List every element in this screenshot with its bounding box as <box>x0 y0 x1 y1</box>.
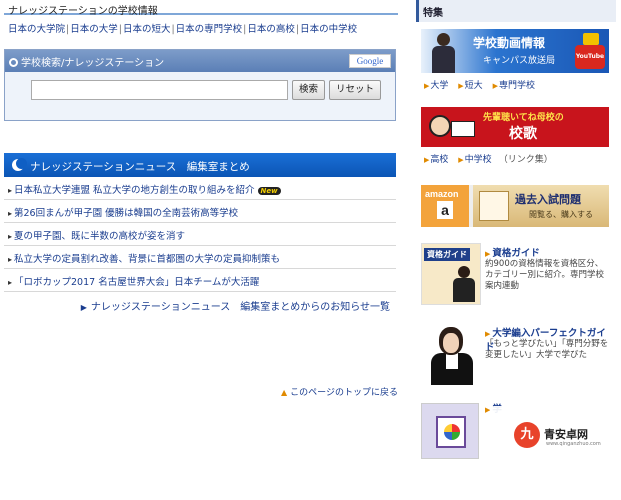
song-category-links: ▶高校 ▶中学校 （リンク集） <box>416 147 616 167</box>
card-description: 「もっと学びたい」「専門分野を変更したい」大学で学びた <box>485 339 609 360</box>
woman-portrait-icon <box>427 323 477 385</box>
card-title-row: ▶ 資格ガイド <box>485 245 540 259</box>
news-title: ナレッジステーションニュース 編集室まとめ <box>30 161 250 173</box>
banner-subtitle: キャンパス放送局 <box>483 56 556 66</box>
student-figure-icon <box>429 33 457 73</box>
search-title: 学校検索/ナレッジステーション <box>21 58 165 69</box>
triangle-right-icon: ▶ <box>424 82 430 90</box>
page-top-link[interactable]: このページのトップに戻る <box>290 388 398 398</box>
reset-button[interactable]: リセット <box>329 80 382 100</box>
bullet-icon: ▸ <box>8 255 13 264</box>
link-song-junior-high[interactable]: 中学校 <box>465 155 492 165</box>
singer-face-icon <box>429 115 451 137</box>
new-badge: New <box>257 187 281 195</box>
link-video-university[interactable]: 大学 <box>430 81 448 91</box>
link-junior-high-schools[interactable]: 日本の中学校 <box>300 24 357 35</box>
triangle-right-icon: ▶ <box>424 156 430 164</box>
document-icon <box>479 191 509 221</box>
link-graduate-schools[interactable]: 日本の大学院 <box>8 24 65 35</box>
banner-title: 学校動画情報 <box>473 36 546 50</box>
banner-title: 過去入試問題 <box>515 193 581 206</box>
triangle-up-icon: ▲ <box>281 388 288 397</box>
watermark-text: 青安卓网 <box>544 428 588 441</box>
amazon-logo: amazon a <box>421 185 469 227</box>
triangle-right-icon: ▶ <box>485 330 491 338</box>
banner-line1: 先輩聴いてね母校の <box>483 113 564 123</box>
video-category-links: ▶大学 ▶短大 ▶専門学校 <box>416 73 616 93</box>
watermark-url: www.qinganzhuo.com <box>546 441 601 447</box>
link-collection-note: （リンク集） <box>498 155 553 165</box>
left-column: ナレッジステーションの学校情報 日本の大学院|日本の大学|日本の短大|日本の専門… <box>4 0 398 398</box>
bullet-icon: ▸ <box>8 232 13 241</box>
school-info-heading: ナレッジステーションの学校情報 <box>4 0 398 17</box>
school-links-bar: 日本の大学院|日本の大学|日本の短大|日本の専門学校|日本の高校|日本の中学校 <box>8 24 358 35</box>
card-title-link[interactable]: 資格ガイド <box>492 248 540 259</box>
watermark-logo-icon: 九 <box>514 422 540 448</box>
search-button[interactable]: 検索 <box>292 80 326 100</box>
news-link[interactable]: 夏の甲子園、既に半数の高校が姿を消す <box>14 231 185 242</box>
news-item: ▸ 第26回まんが甲子園 優勝は韓国の全南芸術高等学校 <box>4 200 396 223</box>
school-song-banner[interactable]: 先輩聴いてね母校の 校歌 <box>421 107 609 147</box>
feature-image <box>421 403 479 459</box>
link-junior-colleges[interactable]: 日本の短大 <box>123 24 171 35</box>
right-column: 特集 学校動画情報 キャンパス放送局 YouTube ▶大学 ▶短大 ▶専門学校… <box>416 0 616 459</box>
transfer-guide-card[interactable]: ▶ 大学編入パーフェクトガイド 「もっと学びたい」「専門分野を変更したい」大学で学… <box>421 323 609 385</box>
news-link[interactable]: 第26回まんが甲子園 優勝は韓国の全南芸術高等学校 <box>14 208 238 219</box>
banner-line2: 校歌 <box>509 126 537 142</box>
link-high-schools[interactable]: 日本の高校 <box>247 24 295 35</box>
news-item: ▸ 私立大学の定員割れ改善、背景に首都圏の大学の定員抑制策も <box>4 246 396 269</box>
search-icon <box>9 58 18 67</box>
page-top-row: ▲ このページのトップに戻る <box>4 385 398 398</box>
news-link[interactable]: 日本私立大学連盟 私立大学の地方創生の取り組みを紹介 <box>14 185 255 196</box>
qualification-guide-image: 資格ガイド <box>421 243 481 305</box>
link-video-junior-college[interactable]: 短大 <box>465 81 483 91</box>
bullet-icon: ▸ <box>8 209 13 218</box>
link-video-vocational[interactable]: 専門学校 <box>499 81 535 91</box>
triangle-right-icon: ▶ <box>80 303 87 312</box>
image-label: 資格ガイド <box>424 248 470 261</box>
video-info-banner[interactable]: 学校動画情報 キャンパス放送局 YouTube <box>421 29 609 73</box>
youtube-icon: YouTube <box>575 45 605 69</box>
news-item: ▸ 夏の甲子園、既に半数の高校が姿を消す <box>4 223 396 246</box>
news-header: ナレッジステーションニュース 編集室まとめ <box>4 153 396 177</box>
news-more-link[interactable]: ナレッジステーションニュース 編集室まとめからのお知らせ一覧 <box>91 302 390 313</box>
amazon-a-icon: a <box>437 201 453 219</box>
triangle-right-icon: ▶ <box>492 82 498 90</box>
bullet-icon: ▸ <box>8 186 13 195</box>
link-vocational-schools[interactable]: 日本の専門学校 <box>176 24 243 35</box>
businessman-icon <box>452 266 476 302</box>
news-section: ナレッジステーションニュース 編集室まとめ ▸ 日本私立大学連盟 私立大学の地方創… <box>4 153 396 318</box>
tv-icon <box>583 33 599 45</box>
news-more-row: ▶ ナレッジステーションニュース 編集室まとめからのお知らせ一覧 <box>4 292 396 318</box>
school-search-box: 学校検索/ナレッジステーション Google 検索 リセット <box>4 49 396 121</box>
search-header: 学校検索/ナレッジステーション Google <box>5 50 395 72</box>
qualification-guide-card[interactable]: 資格ガイド ▶ 資格ガイド 約900の資格情報を資格区分、カテゴリー別に紹介。専門… <box>421 243 609 305</box>
moon-logo-icon <box>12 158 27 171</box>
triangle-right-icon: ▶ <box>458 156 464 164</box>
news-link[interactable]: 私立大学の定員割れ改善、背景に首都圏の大学の定員抑制策も <box>14 254 280 265</box>
amazon-wordmark: amazon <box>425 189 459 199</box>
chart-icon <box>436 416 466 448</box>
news-item: ▸ 「ロボカップ2017 名古屋世界大会」日本チームが大活躍 <box>4 269 396 292</box>
news-item: ▸ 日本私立大学連盟 私立大学の地方創生の取り組みを紹介 New <box>4 177 396 200</box>
google-logo: Google <box>349 54 391 68</box>
songbook-icon <box>451 121 475 137</box>
past-exam-panel: 過去入試問題 閲覧る、購入する <box>473 185 609 227</box>
link-universities[interactable]: 日本の大学 <box>70 24 118 35</box>
card-description: 約900の資格情報を資格区分、カテゴリー別に紹介。専門学校案内連動 <box>485 259 605 291</box>
site-watermark: 九 青安卓网 www.qinganzhuo.com <box>490 406 618 462</box>
bullet-icon: ▸ <box>8 278 13 287</box>
feature-heading: 特集 <box>416 0 616 22</box>
search-row: 検索 リセット <box>5 72 395 100</box>
past-exam-banner[interactable]: amazon a 過去入試問題 閲覧る、購入する <box>421 185 609 227</box>
link-song-high-school[interactable]: 高校 <box>430 155 448 165</box>
triangle-right-icon: ▶ <box>485 250 491 258</box>
search-input[interactable] <box>31 80 288 100</box>
triangle-right-icon: ▶ <box>458 82 464 90</box>
news-link[interactable]: 「ロボカップ2017 名古屋世界大会」日本チームが大活躍 <box>14 277 259 288</box>
news-list: ▸ 日本私立大学連盟 私立大学の地方創生の取り組みを紹介 New ▸ 第26回まんが甲… <box>4 177 396 292</box>
banner-subtitle: 閲覧る、購入する <box>529 210 593 219</box>
